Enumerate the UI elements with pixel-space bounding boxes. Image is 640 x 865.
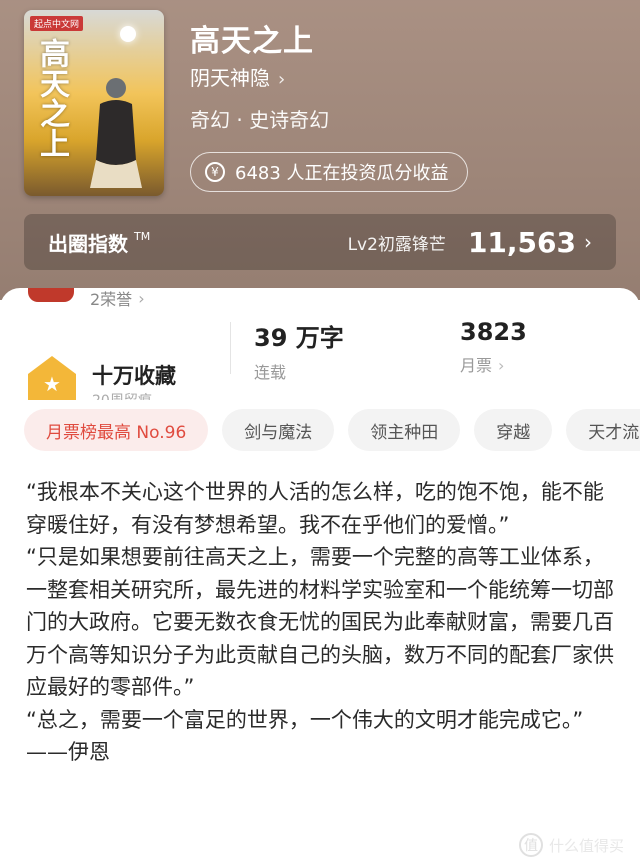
- chevron-right-icon: ›: [278, 69, 286, 90]
- watermark-text: 什么值得买: [548, 836, 624, 855]
- tag-item[interactable]: 天才流: [566, 409, 640, 451]
- collection-sub: 20周留痕: [92, 390, 152, 400]
- genre-label: 奇幻 · 史诗奇幻: [190, 108, 330, 132]
- trademark-mark: TM: [134, 229, 151, 243]
- cover-brand: 起点中文网: [30, 16, 84, 31]
- book-cover[interactable]: 起点中文网 高天之上: [24, 10, 164, 196]
- chuquan-level: Lv2初露锋芒: [347, 234, 446, 255]
- medal-icon: [28, 288, 74, 302]
- invest-text: 6483 人正在投资瓜分收益: [235, 163, 449, 184]
- chuquan-index-bar[interactable]: 出圈指数 TM Lv2初露锋芒 11,563 ›: [24, 214, 616, 270]
- cover-title-calligraphy: 高天之上: [34, 38, 69, 158]
- quote-paragraph: “总之，需要一个富足的世界，一个伟大的文明才能完成它。”: [26, 707, 584, 732]
- cover-moon: [120, 26, 136, 42]
- word-count-value: 39 万字: [254, 324, 344, 352]
- quote-attribution: ——伊恩: [26, 740, 110, 764]
- watermark-logo-icon: 值: [518, 833, 543, 857]
- chevron-right-icon: ›: [138, 288, 145, 308]
- collection-badge[interactable]: ★ 十万收藏 20周留痕: [28, 356, 176, 400]
- tag-item[interactable]: 穿越: [474, 409, 553, 451]
- word-count-label: 连载: [254, 363, 287, 382]
- book-quote: “我根本不关心这个世界的人活的怎么样，吃的饱不饱，能不能穿暖住好，有没有梦想希望…: [26, 476, 616, 769]
- chuquan-value: 11,563: [467, 225, 576, 259]
- word-count-stat: 39 万字 连载: [254, 318, 344, 383]
- tag-item[interactable]: 剑与魔法: [222, 409, 335, 451]
- site-watermark: 值 什么值得买: [518, 833, 624, 857]
- stats-divider: [230, 322, 231, 374]
- quote-paragraph: “我根本不关心这个世界的人活的怎么样，吃的饱不饱，能不能穿暖住好，有没有梦想希望…: [26, 480, 604, 537]
- star-badge-icon: ★: [28, 356, 76, 400]
- yen-coin-icon: ¥: [205, 162, 225, 182]
- chuquan-label: 出圈指数: [48, 231, 128, 256]
- cover-character-illustration: [90, 78, 142, 188]
- honor-link[interactable]: 2荣誉 ›: [28, 288, 145, 308]
- monthly-ticket-label: 月票 ›: [460, 356, 505, 375]
- book-title: 高天之上: [190, 24, 314, 59]
- tag-item[interactable]: 领主种田: [348, 409, 461, 451]
- chevron-right-icon: ›: [498, 356, 505, 375]
- tag-rank[interactable]: 月票榜最高 No.96: [24, 409, 209, 451]
- author-name: 阴天神隐: [190, 66, 270, 90]
- quote-paragraph: “只是如果想要前往高天之上，需要一个完整的高等工业体系，一整套相关研究所，最先进…: [26, 545, 614, 699]
- collection-title: 十万收藏: [92, 364, 176, 388]
- invest-button[interactable]: ¥ 6483 人正在投资瓜分收益: [190, 152, 468, 192]
- tag-row: 月票榜最高 No.96 剑与魔法 领主种田 穿越 天才流: [24, 409, 640, 453]
- honor-text: 2荣誉: [90, 290, 133, 308]
- author-link[interactable]: 阴天神隐 ›: [190, 62, 285, 91]
- monthly-ticket-value: 3823: [460, 318, 527, 346]
- monthly-ticket-stat[interactable]: 3823 月票 ›: [460, 318, 527, 376]
- chevron-right-icon: ›: [584, 230, 592, 254]
